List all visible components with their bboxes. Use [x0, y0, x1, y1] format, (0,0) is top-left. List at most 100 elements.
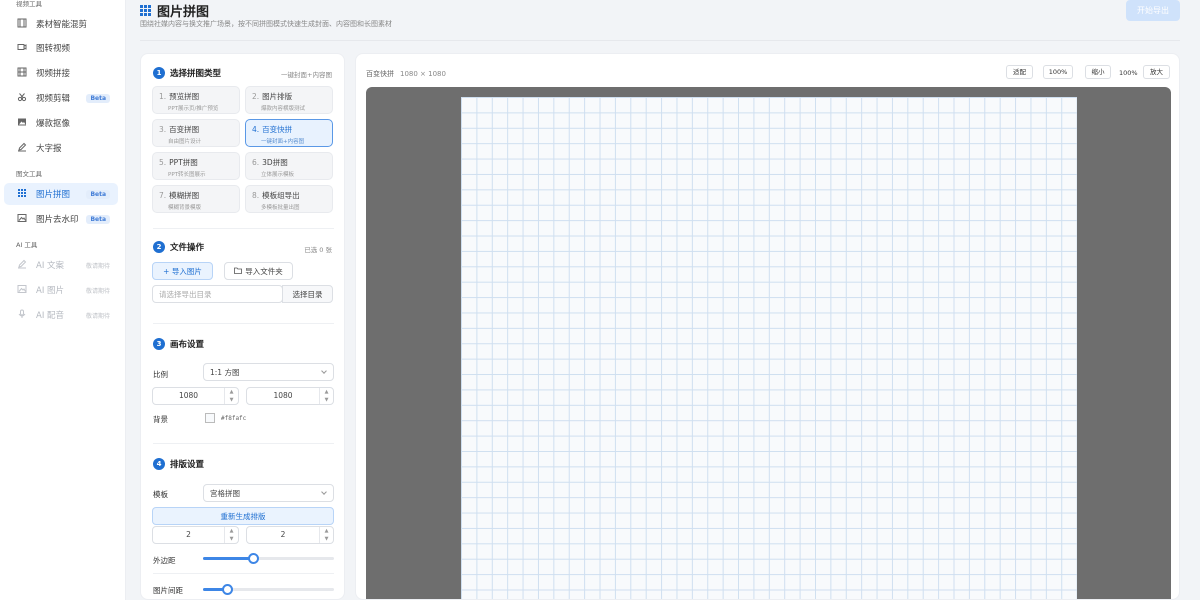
rows-stepper[interactable]: 2 ▲ ▼	[246, 526, 334, 544]
coming-soon-label: 敬请期待	[85, 312, 110, 320]
template-select-value: 宫格拼图	[210, 488, 240, 498]
slider-handle[interactable]	[248, 553, 259, 564]
type-card-title: 模糊拼图	[169, 191, 200, 200]
pen-icon	[16, 142, 28, 154]
chevron-down-icon[interactable]: ▼	[225, 396, 238, 404]
chevron-up-icon[interactable]: ▲	[225, 527, 238, 535]
columns-stepper[interactable]: 2 ▲ ▼	[152, 526, 239, 544]
start-export-button[interactable]: 开始导出	[1126, 0, 1180, 21]
type-card-desc: 模糊背景模版	[168, 205, 202, 211]
choose-dir-button[interactable]: 选择目录	[282, 285, 333, 303]
import-folder-button[interactable]: 导入文件夹	[224, 262, 293, 280]
type-card-quick[interactable]: 4. 百变快拼 一键封面+内容图	[245, 119, 333, 147]
sidebar-item-image-to-video[interactable]: 图转视频	[4, 37, 118, 59]
pen-icon	[16, 259, 28, 271]
sidebar-item-smart-mix[interactable]: 素材智能混剪	[4, 13, 118, 35]
type-card-desc: PPT展示页/推广预览	[168, 106, 219, 112]
type-card-layout[interactable]: 2. 图片排版 爆款内容横版测试	[245, 86, 333, 114]
regenerate-layout-button[interactable]: 重新生成排版	[152, 507, 334, 525]
video-icon	[16, 42, 28, 54]
sidebar-item-cutout[interactable]: 爆款抠像	[4, 112, 118, 134]
beta-badge: Beta	[86, 214, 110, 224]
section-puzzle-type-title: 1 选择拼图类型	[153, 67, 221, 79]
sidebar-item-remove-watermark[interactable]: 图片去水印 Beta	[4, 208, 118, 230]
stepper-arrows[interactable]: ▲ ▼	[319, 388, 333, 404]
beta-badge: Beta	[86, 189, 110, 199]
sidebar-item-video-edit[interactable]: 视频剪辑 Beta	[4, 87, 118, 109]
ratio-select[interactable]: 1:1 方图	[203, 363, 334, 381]
sidebar-item-video-join[interactable]: 视频拼接	[4, 62, 118, 84]
section-file-ops-title: 2 文件操作	[153, 241, 204, 253]
stepper-arrows[interactable]: ▲ ▼	[224, 527, 238, 543]
type-card-title: PPT拼图	[169, 158, 198, 167]
chevron-down-icon[interactable]: ▼	[320, 396, 333, 404]
stepper-arrows[interactable]: ▲ ▼	[319, 527, 333, 543]
height-stepper[interactable]: 1080 ▲ ▼	[246, 387, 334, 405]
chevron-up-icon[interactable]: ▲	[320, 527, 333, 535]
type-card-desc: 一键封面+内容图	[261, 139, 305, 145]
section-divider	[153, 573, 334, 574]
type-card-desc: 爆款内容横版测试	[261, 106, 306, 112]
preview-size: 1080 × 1080	[400, 70, 446, 78]
height-value: 1080	[273, 391, 293, 400]
sidebar-item-label: AI 文案	[36, 261, 65, 271]
section-divider	[153, 323, 334, 324]
zoom-in-button[interactable]: 放大	[1143, 65, 1170, 79]
sidebar-item-label: 爆款抠像	[36, 119, 71, 129]
section-divider	[153, 228, 334, 229]
rows-value: 2	[280, 530, 286, 539]
stepper-arrows[interactable]: ▲ ▼	[224, 388, 238, 404]
image-outline-icon	[16, 213, 28, 225]
step-number: 4	[153, 458, 165, 470]
width-stepper[interactable]: 1080 ▲ ▼	[152, 387, 239, 405]
canvas-grid[interactable]	[461, 97, 1077, 599]
gap-label: 图片间距	[153, 586, 183, 595]
coming-soon-label: 敬请期待	[85, 287, 110, 295]
slider-fill	[203, 557, 253, 560]
type-card-desc: 多模板批量出图	[261, 205, 300, 211]
section-title-text: 画布设置	[170, 340, 205, 350]
type-card-number: 4.	[252, 125, 260, 134]
type-card-ppt[interactable]: 5. PPT拼图 PPT转长图展示	[152, 152, 240, 180]
import-images-button[interactable]: + 导入图片	[152, 262, 213, 280]
type-card-3d[interactable]: 6. 3D拼图 立体展示模板	[245, 152, 333, 180]
zoom-100-button[interactable]: 100%	[1043, 65, 1073, 79]
margin-slider[interactable]	[203, 553, 334, 564]
sidebar-item-label: 图转视频	[36, 44, 71, 54]
section-title-text: 文件操作	[170, 243, 205, 253]
type-card-number: 3.	[159, 125, 167, 134]
type-card-title: 模板组导出	[262, 191, 300, 200]
sidebar-item-image-puzzle[interactable]: 图片拼图 Beta	[4, 183, 118, 205]
background-color-swatch[interactable]	[205, 413, 215, 423]
sidebar-item-label: 图片去水印	[36, 215, 79, 225]
export-dir-input[interactable]: 请选择导出目录	[152, 285, 283, 303]
chevron-up-icon[interactable]: ▲	[320, 388, 333, 396]
slider-handle[interactable]	[222, 584, 233, 595]
columns-value: 2	[186, 530, 191, 539]
type-card-preview[interactable]: 1. 预览拼图 PPT展示页/推广预览	[152, 86, 240, 114]
chevron-down-icon	[321, 368, 327, 374]
sidebar-item-big-poster[interactable]: 大字报	[4, 137, 118, 159]
zoom-out-button[interactable]: 缩小	[1085, 65, 1111, 79]
preview-label: 百变快拼 1080 × 1080	[366, 69, 446, 79]
image-outline-icon	[16, 284, 28, 296]
type-card-blur[interactable]: 7. 模糊拼图 模糊背景模版	[152, 185, 240, 213]
image-icon	[16, 117, 28, 129]
gap-slider[interactable]	[203, 584, 334, 595]
chevron-down-icon[interactable]: ▼	[320, 535, 333, 543]
mic-icon	[16, 309, 28, 321]
section-title-text: 选择拼图类型	[170, 69, 222, 79]
type-card-title: 百变拼图	[169, 125, 200, 134]
template-select[interactable]: 宫格拼图	[203, 484, 334, 502]
canvas-stage	[366, 87, 1171, 599]
type-card-desc: 自由图片设计	[168, 139, 202, 145]
sidebar-item-label: 图片拼图	[36, 190, 71, 200]
fit-button[interactable]: 适配	[1006, 65, 1033, 79]
type-card-template-group[interactable]: 8. 模板组导出 多模板批量出图	[245, 185, 333, 213]
chevron-down-icon[interactable]: ▼	[225, 535, 238, 543]
template-label: 模板	[153, 490, 168, 499]
chevron-up-icon[interactable]: ▲	[225, 388, 238, 396]
scissors-icon	[16, 92, 28, 104]
type-card-flex[interactable]: 3. 百变拼图 自由图片设计	[152, 119, 240, 147]
type-card-number: 6.	[252, 158, 260, 167]
